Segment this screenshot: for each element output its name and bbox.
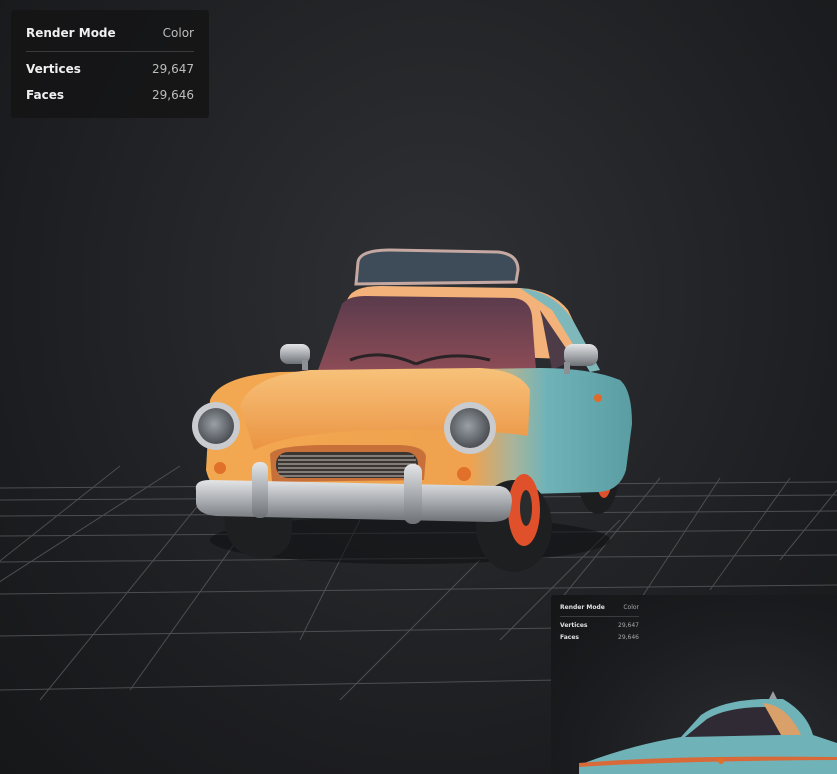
render-mode-label: Render Mode	[26, 26, 116, 40]
thumb-vertices-label: Vertices	[560, 621, 588, 629]
stats-divider	[26, 51, 194, 52]
3d-viewport[interactable]: Render Mode Color Vertices 29,647 Faces …	[0, 0, 837, 774]
thumb-faces-label: Faces	[560, 633, 579, 641]
thumb-faces-value: 29,646	[618, 633, 639, 641]
vertices-value: 29,647	[152, 62, 194, 76]
model-stats-panel: Render Mode Color Vertices 29,647 Faces …	[11, 10, 209, 118]
thumb-render-mode-label: Render Mode	[560, 603, 605, 611]
faces-row: Faces 29,646	[26, 86, 194, 104]
vertices-label: Vertices	[26, 62, 81, 76]
left-headlight	[192, 402, 240, 450]
right-headlight	[444, 402, 496, 454]
thumb-vertices-row: Vertices 29,647	[560, 621, 639, 629]
left-indicator	[214, 462, 226, 474]
car-model[interactable]	[180, 240, 650, 580]
left-mirror	[280, 344, 310, 370]
thumb-render-mode-row: Render Mode Color	[560, 603, 639, 611]
render-mode-value[interactable]: Color	[163, 26, 194, 40]
faces-label: Faces	[26, 88, 64, 102]
thumb-vertices-value: 29,647	[618, 621, 639, 629]
preview-thumbnail[interactable]: Render Mode Color Vertices 29,647 Faces …	[551, 595, 837, 774]
render-mode-row[interactable]: Render Mode Color	[26, 24, 194, 42]
vertices-row: Vertices 29,647	[26, 60, 194, 78]
thumb-render-mode-value: Color	[623, 603, 639, 611]
thumbnail-stats-panel: Render Mode Color Vertices 29,647 Faces …	[551, 595, 647, 641]
thumb-divider	[560, 616, 639, 617]
faces-value: 29,646	[152, 88, 194, 102]
thumb-faces-row: Faces 29,646	[560, 633, 639, 641]
front-grille	[276, 452, 418, 478]
roof-rack	[354, 248, 520, 286]
right-indicator	[457, 467, 471, 481]
